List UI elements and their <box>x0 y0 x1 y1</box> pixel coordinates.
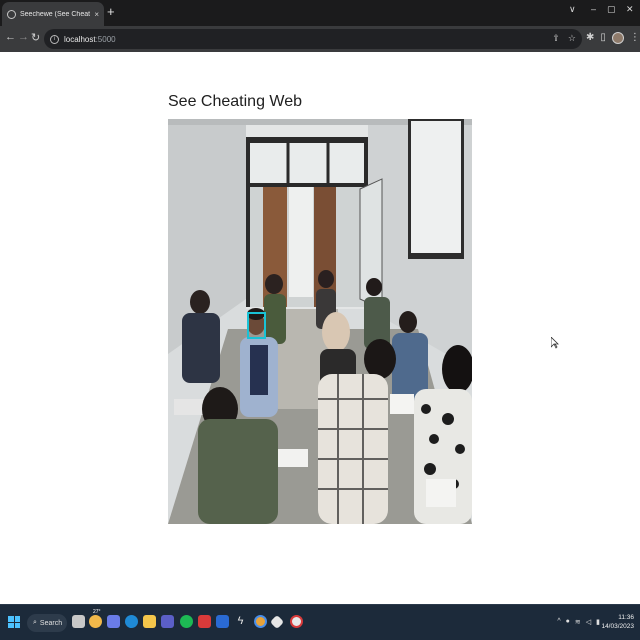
clock-date: 14/03/2023 <box>601 623 634 630</box>
search-label: Search <box>39 619 63 627</box>
windows-start-icon[interactable] <box>8 616 20 628</box>
url-host: localhost <box>64 34 96 44</box>
browser-tab[interactable]: Seechewe (See Cheating Web) × <box>2 2 104 26</box>
minimize-button[interactable]: – <box>591 4 596 14</box>
edge-icon[interactable] <box>125 615 138 628</box>
forward-button[interactable]: → <box>18 31 29 43</box>
close-window-button[interactable]: ✕ <box>626 4 634 15</box>
toolbar-icons: ✱ ▯ ⋮ <box>586 32 640 44</box>
taskbar-clock[interactable]: 11:36 14/03/2023 <box>601 613 634 631</box>
address-bar[interactable]: i localhost:5000 ⇪ ☆ <box>44 29 582 49</box>
windows-taskbar: ⌕ Search 27° ϟ ^ ● ≋ ◁ ▮ 11:36 14/03/202… <box>0 604 640 640</box>
tray-app-icon[interactable]: ● <box>566 618 570 626</box>
task-view-icon[interactable] <box>72 615 85 628</box>
store-icon[interactable] <box>161 615 174 628</box>
bookmark-star-icon[interactable]: ☆ <box>568 33 576 44</box>
tab-close-icon[interactable]: × <box>94 10 99 19</box>
browser-toolbar: ← → ↻ i localhost:5000 ⇪ ☆ ✱ ▯ ⋮ <box>0 26 640 52</box>
menu-kebab-icon[interactable]: ⋮ <box>630 32 640 44</box>
maximize-button[interactable]: ▢ <box>607 4 616 15</box>
new-tab-button[interactable]: + <box>107 5 115 19</box>
tab-search-chevron-icon[interactable]: ∨ <box>569 4 576 15</box>
omnibox-actions: ⇪ ☆ <box>552 33 576 44</box>
clock-time: 11:36 <box>618 614 634 621</box>
extensions-icon[interactable]: ✱ <box>586 32 594 44</box>
back-button[interactable]: ← <box>5 31 16 43</box>
share-icon[interactable]: ⇪ <box>552 33 560 44</box>
url-text: localhost:5000 <box>64 35 116 44</box>
reload-button[interactable]: ↻ <box>31 31 40 44</box>
chat-icon[interactable] <box>107 615 120 628</box>
weather-temp: 27° <box>93 609 101 615</box>
app-icon-diamond[interactable] <box>269 614 285 630</box>
classroom-scene <box>168 119 472 524</box>
volume-icon[interactable]: ◁ <box>586 618 591 626</box>
system-tray: ^ ● ≋ ◁ ▮ <box>557 618 600 626</box>
camera-feed <box>168 119 472 524</box>
tab-title: Seechewe (See Cheating Web) <box>20 10 91 18</box>
wifi-icon[interactable]: ≋ <box>575 618 581 626</box>
terminal-icon[interactable]: ϟ <box>234 615 247 628</box>
url-port: :5000 <box>95 34 116 44</box>
tray-chevron-icon[interactable]: ^ <box>557 618 560 626</box>
site-info-icon[interactable]: i <box>50 34 59 44</box>
browser-tab-strip: Seechewe (See Cheating Web) × + ∨ – ▢ ✕ <box>0 0 640 26</box>
app-icon-circle[interactable] <box>290 615 303 628</box>
chrome-icon[interactable] <box>254 615 267 628</box>
profile-avatar[interactable] <box>611 32 624 44</box>
taskbar-search[interactable]: ⌕ Search <box>27 614 67 632</box>
app-icon-red[interactable] <box>198 615 211 628</box>
side-panel-icon[interactable]: ▯ <box>600 32 606 44</box>
page-title: See Cheating Web <box>168 93 303 110</box>
spotify-icon[interactable] <box>180 615 193 628</box>
battery-icon[interactable]: ▮ <box>596 618 600 626</box>
weather-icon[interactable] <box>89 615 102 628</box>
globe-icon <box>7 9 16 19</box>
word-icon[interactable] <box>216 615 229 628</box>
search-icon: ⌕ <box>33 619 37 626</box>
mouse-cursor-icon <box>551 337 559 349</box>
file-explorer-icon[interactable] <box>143 615 156 628</box>
